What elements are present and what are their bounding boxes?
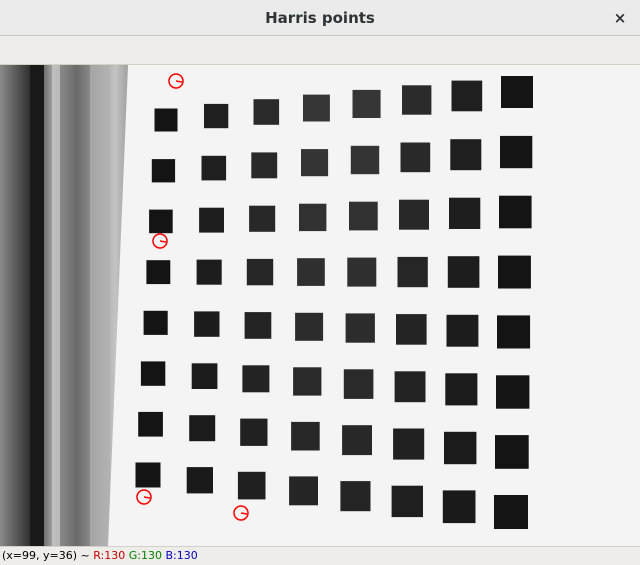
checker-square: [186, 467, 213, 494]
checker-square: [237, 471, 266, 500]
checker-square: [146, 260, 171, 285]
checker-square: [450, 139, 482, 171]
status-red-value: R:130: [93, 549, 126, 562]
status-green-value: G:130: [128, 549, 162, 562]
status-coordinates: (x=99, y=36) ~: [2, 549, 90, 562]
checker-square: [253, 99, 280, 125]
checker-square: [194, 311, 220, 337]
checker-square: [295, 312, 324, 341]
checker-square: [498, 255, 531, 289]
checker-square: [246, 258, 274, 286]
checker-square: [289, 476, 318, 506]
checker-square: [293, 367, 322, 396]
checker-square: [342, 425, 372, 456]
checker-square: [196, 259, 222, 285]
checker-square: [303, 94, 330, 122]
checker-square: [345, 313, 375, 343]
checker-square: [500, 135, 533, 169]
checker-square: [449, 197, 481, 229]
checker-square: [394, 371, 426, 403]
checker-square: [154, 108, 178, 132]
checker-square: [499, 195, 532, 229]
checker-square: [400, 142, 431, 173]
checker-square: [291, 421, 320, 451]
checker-square: [299, 203, 327, 232]
checker-square: [496, 375, 530, 409]
checker-square: [350, 145, 380, 175]
status-blue-value: B:130: [165, 549, 198, 562]
checker-square: [135, 462, 161, 488]
close-icon[interactable]: ×: [608, 6, 632, 30]
checker-square: [497, 315, 531, 349]
image-canvas[interactable]: [0, 65, 640, 546]
checker-square: [149, 209, 173, 234]
checker-square: [501, 76, 533, 108]
checker-square: [399, 199, 429, 230]
checker-square: [340, 481, 371, 512]
checker-square: [494, 495, 528, 529]
harris-point-direction: [143, 496, 151, 499]
checker-square: [402, 85, 432, 115]
checker-square: [347, 257, 377, 287]
checker-square: [249, 205, 276, 232]
checker-square: [343, 369, 374, 399]
checker-square: [352, 89, 381, 118]
checker-square: [151, 159, 176, 183]
title-bar: Harris points ×: [0, 0, 640, 36]
harris-point-direction: [175, 80, 183, 83]
checker-square: [301, 149, 329, 177]
checker-square: [349, 201, 378, 231]
checker-square: [191, 363, 218, 389]
checker-square: [140, 361, 166, 386]
checker-square: [451, 80, 483, 112]
harris-point-direction: [159, 240, 167, 243]
harris-point-direction: [240, 512, 248, 515]
checker-square: [189, 415, 216, 442]
toolbar: [0, 36, 640, 65]
checker-square: [495, 435, 529, 469]
checker-square: [143, 310, 168, 335]
checker-square: [447, 256, 480, 288]
checker-square: [396, 314, 427, 345]
harris-points-image: [0, 65, 640, 546]
status-bar: (x=99, y=36) ~ R:130 G:130 B:130: [0, 546, 640, 565]
checker-square: [297, 258, 325, 286]
checker-square: [393, 428, 425, 460]
checker-square: [445, 373, 478, 406]
glass-edge: [30, 65, 44, 546]
checker-square: [242, 365, 270, 393]
checker-square: [244, 312, 272, 339]
checker-square: [199, 207, 224, 233]
checker-square: [391, 485, 423, 518]
checker-square: [397, 256, 428, 288]
window-title: Harris points: [265, 9, 375, 27]
checker-square: [138, 411, 163, 437]
checker-square: [442, 490, 476, 524]
checker-square: [251, 152, 278, 179]
checker-square: [446, 314, 479, 347]
checker-square: [240, 418, 268, 446]
checker-square: [201, 155, 227, 181]
checker-square: [204, 103, 229, 129]
checker-square: [444, 431, 477, 465]
